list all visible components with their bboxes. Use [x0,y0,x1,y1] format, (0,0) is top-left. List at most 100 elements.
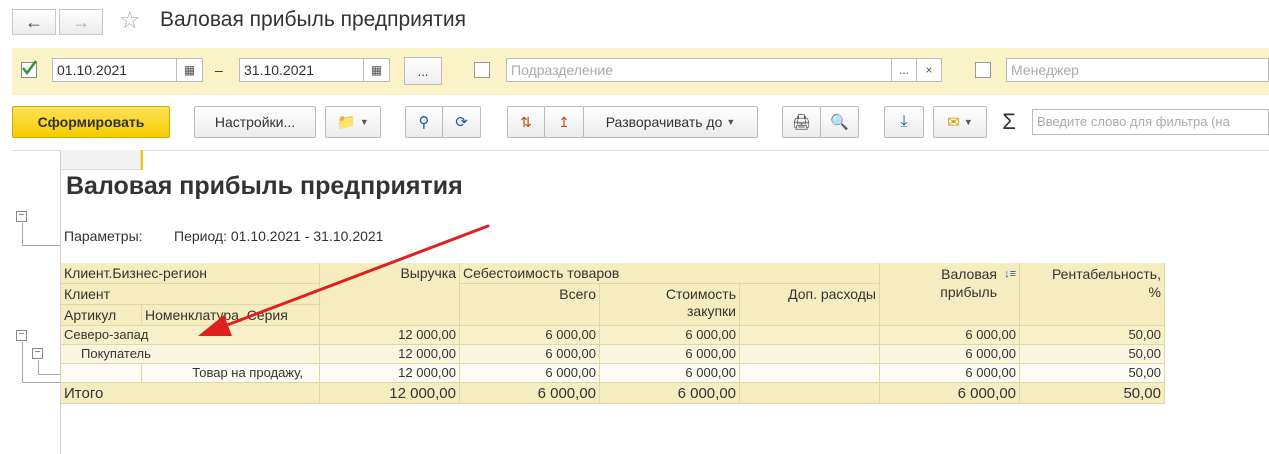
total-extra [740,383,880,404]
tree-line [22,245,60,246]
tree-line [38,360,39,374]
arrow-left-icon: ← [25,11,43,32]
row-item-article [61,364,142,383]
header-profitability: Рентабельность, % [1020,263,1165,326]
manager-field[interactable]: Менеджер [1006,58,1269,82]
tree-line [22,223,23,245]
row-item-cost-total: 6 000,00 [460,364,600,383]
calendar-icon: ▦ [183,63,196,77]
total-profit: 6 000,00 [880,383,1020,404]
row-item-label[interactable]: Товар на продажу, [142,364,320,383]
header-cost-goods: Себестоимость товаров [460,263,880,284]
report-corner-cell [61,150,141,170]
collapse-all-button[interactable]: ↥ [544,106,584,138]
filter-search-input[interactable]: Введите слово для фильтра (на [1032,109,1269,135]
row-client-cost-total: 6 000,00 [460,345,600,364]
header-gross-profit[interactable]: Валовая прибыль ↓≡ [880,263,1020,326]
print-button[interactable]: 🖨 [782,106,821,138]
date-separator: – [215,62,223,78]
chevron-down-icon: ▼ [359,117,369,127]
date-from-calendar-button[interactable]: ▦ [176,58,203,82]
star-icon[interactable]: ☆ [119,6,141,35]
row-item-profitability: 50,00 [1020,364,1165,383]
row-client-cost-purchase: 6 000,00 [600,345,740,364]
row-client-profit: 6 000,00 [880,345,1020,364]
collapse-client-toggle[interactable]: − [32,348,43,359]
printer-icon: 🖨 [791,114,812,131]
row-client-profitability: 50,00 [1020,345,1165,364]
expand-to-label: Разворачивать до [605,114,723,130]
search-next-icon: ⟳ [455,114,468,131]
collapse-rows-icon: ↥ [558,113,570,130]
print-preview-icon: 🔍 [830,114,849,131]
expand-to-dropdown[interactable]: Разворачивать до ▼ [583,106,758,138]
row-client-label[interactable]: Покупатель [61,345,320,364]
row-region-profit: 6 000,00 [880,326,1020,345]
division-clear-button[interactable]: × [916,58,942,82]
manager-checkbox[interactable] [975,62,991,78]
date-to-calendar-button[interactable]: ▦ [363,58,390,82]
report-title: Валовая прибыль предприятия [66,172,463,200]
forward-button[interactable]: → [59,9,103,35]
generate-button[interactable]: Сформировать [12,106,170,138]
chevron-down-icon: ▼ [963,117,973,127]
tree-line [38,374,60,375]
row-item-profit: 6 000,00 [880,364,1020,383]
variants-button[interactable]: 📁 ▼ [325,106,381,138]
page-title: Валовая прибыль предприятия [160,8,466,31]
date-from-field[interactable]: 01.10.2021 [52,58,177,82]
division-field[interactable]: Подразделение [506,58,892,82]
chevron-down-icon: ▼ [726,117,736,127]
find-button[interactable]: ⚲ [405,106,443,138]
params-label: Параметры: [64,228,143,244]
download-icon: ⤓ [900,113,908,130]
row-item-revenue: 12 000,00 [320,364,460,383]
period-checkbox[interactable] [21,60,37,78]
sort-descending-icon: ↓≡ [1004,268,1016,280]
row-item-cost-purchase: 6 000,00 [600,364,740,383]
division-checkbox[interactable] [474,62,490,78]
back-button[interactable]: ← [12,9,56,35]
annotation-arrow [198,224,490,336]
header-profitability-line2: % [1148,284,1161,300]
send-email-button[interactable]: ✉ ▼ [933,106,987,138]
calendar-icon: ▦ [370,63,383,77]
report-cursor-marker [141,150,143,170]
row-region-extra [740,326,880,345]
total-label: Итого [61,383,320,404]
find-next-button[interactable]: ⟳ [442,106,481,138]
tree-line [22,342,23,382]
print-preview-button[interactable]: 🔍 [820,106,859,138]
header-cost-purchase: Стоимость закупки [600,284,740,326]
total-cost-purchase: 6 000,00 [600,383,740,404]
total-profitability: 50,00 [1020,383,1165,404]
report-variants-icon: 📁 [337,114,356,131]
total-revenue: 12 000,00 [320,383,460,404]
settings-button[interactable]: Настройки... [194,106,316,138]
report-top-border [12,150,1269,151]
expand-all-button[interactable]: ⇅ [507,106,545,138]
period-picker-button[interactable]: ... [404,57,442,85]
header-cost-purchase-line2: закупки [686,303,736,319]
row-client-revenue: 12 000,00 [320,345,460,364]
row-item-extra [740,364,880,383]
header-gross-profit-line1: Валовая [941,266,997,282]
row-region-cost-purchase: 6 000,00 [600,326,740,345]
date-to-field[interactable]: 31.10.2021 [239,58,364,82]
header-cost-purchase-line1: Стоимость [665,286,736,302]
expand-rows-icon: ⇅ [520,113,532,130]
sum-icon[interactable]: Σ [998,106,1020,138]
total-cost-total: 6 000,00 [460,383,600,404]
division-select-button[interactable]: ... [891,58,917,82]
header-gross-profit-line2: прибыль [940,284,997,300]
tree-line [22,382,60,383]
header-article: Артикул [61,305,142,326]
checkmark-icon [22,60,37,76]
save-button[interactable]: ⤓ [884,106,924,138]
row-client-extra [740,345,880,364]
collapse-params-toggle[interactable]: − [16,211,27,222]
header-profitability-line1: Рентабельность, [1051,266,1161,282]
header-extra-costs: Доп. расходы [740,284,880,326]
arrow-right-icon: → [72,11,90,32]
collapse-region-toggle[interactable]: − [16,330,27,341]
